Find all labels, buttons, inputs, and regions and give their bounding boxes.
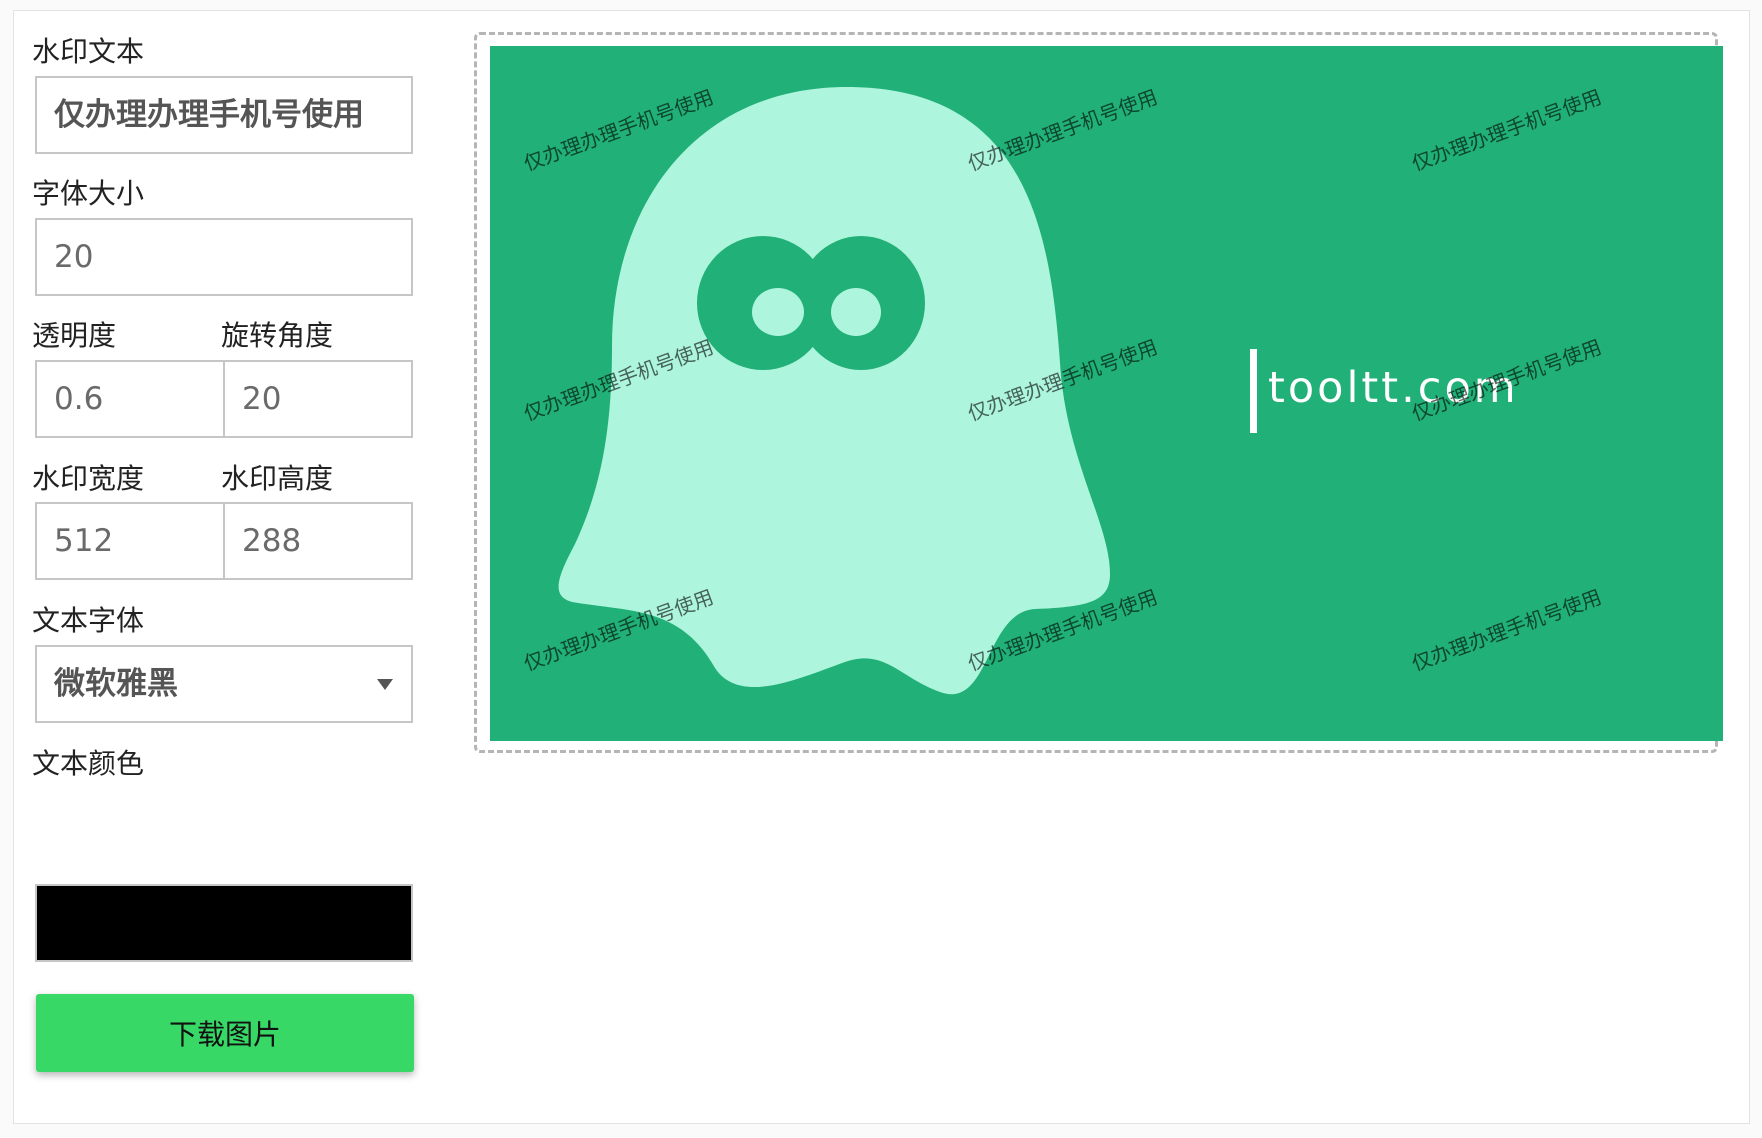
opacity-label: 透明度 <box>32 319 117 352</box>
text-color-label: 文本颜色 <box>32 747 145 780</box>
rotation-input[interactable]: 20 <box>223 360 413 438</box>
watermark-width-input[interactable]: 512 <box>35 502 225 580</box>
opacity-input[interactable]: 0.6 <box>35 360 225 438</box>
font-family-select[interactable]: 微软雅黑 <box>35 645 413 723</box>
download-image-button[interactable]: 下载图片 <box>36 994 414 1072</box>
logo-divider <box>1250 349 1257 433</box>
ghost-right-pupil <box>831 288 881 336</box>
watermark-text-label: 水印文本 <box>32 35 145 68</box>
watermark-tool: 水印文本 仅办理办理手机号使用 字体大小 20 透明度 旋转角度 0.6 20 … <box>13 10 1750 1124</box>
settings-panel: 水印文本 仅办理办理手机号使用 字体大小 20 透明度 旋转角度 0.6 20 … <box>14 11 434 1123</box>
watermark-text-input[interactable]: 仅办理办理手机号使用 <box>35 76 413 154</box>
font-family-selected-value: 微软雅黑 <box>54 666 178 702</box>
font-size-input[interactable]: 20 <box>35 218 413 296</box>
ghost-left-pupil <box>752 288 804 336</box>
font-size-label: 字体大小 <box>32 177 145 210</box>
watermark-width-label: 水印宽度 <box>32 462 145 495</box>
rotation-label: 旋转角度 <box>221 319 334 352</box>
font-family-label: 文本字体 <box>32 604 145 637</box>
watermark-height-input[interactable]: 288 <box>223 502 413 580</box>
watermark-height-label: 水印高度 <box>221 462 334 495</box>
preview-image: tooltt.com 仅办理办理手机号使用 仅办理办理手机号使用 仅办理办理手机号使… <box>490 46 1723 741</box>
dropdown-arrow-icon <box>377 679 393 690</box>
text-color-picker[interactable] <box>35 884 413 962</box>
